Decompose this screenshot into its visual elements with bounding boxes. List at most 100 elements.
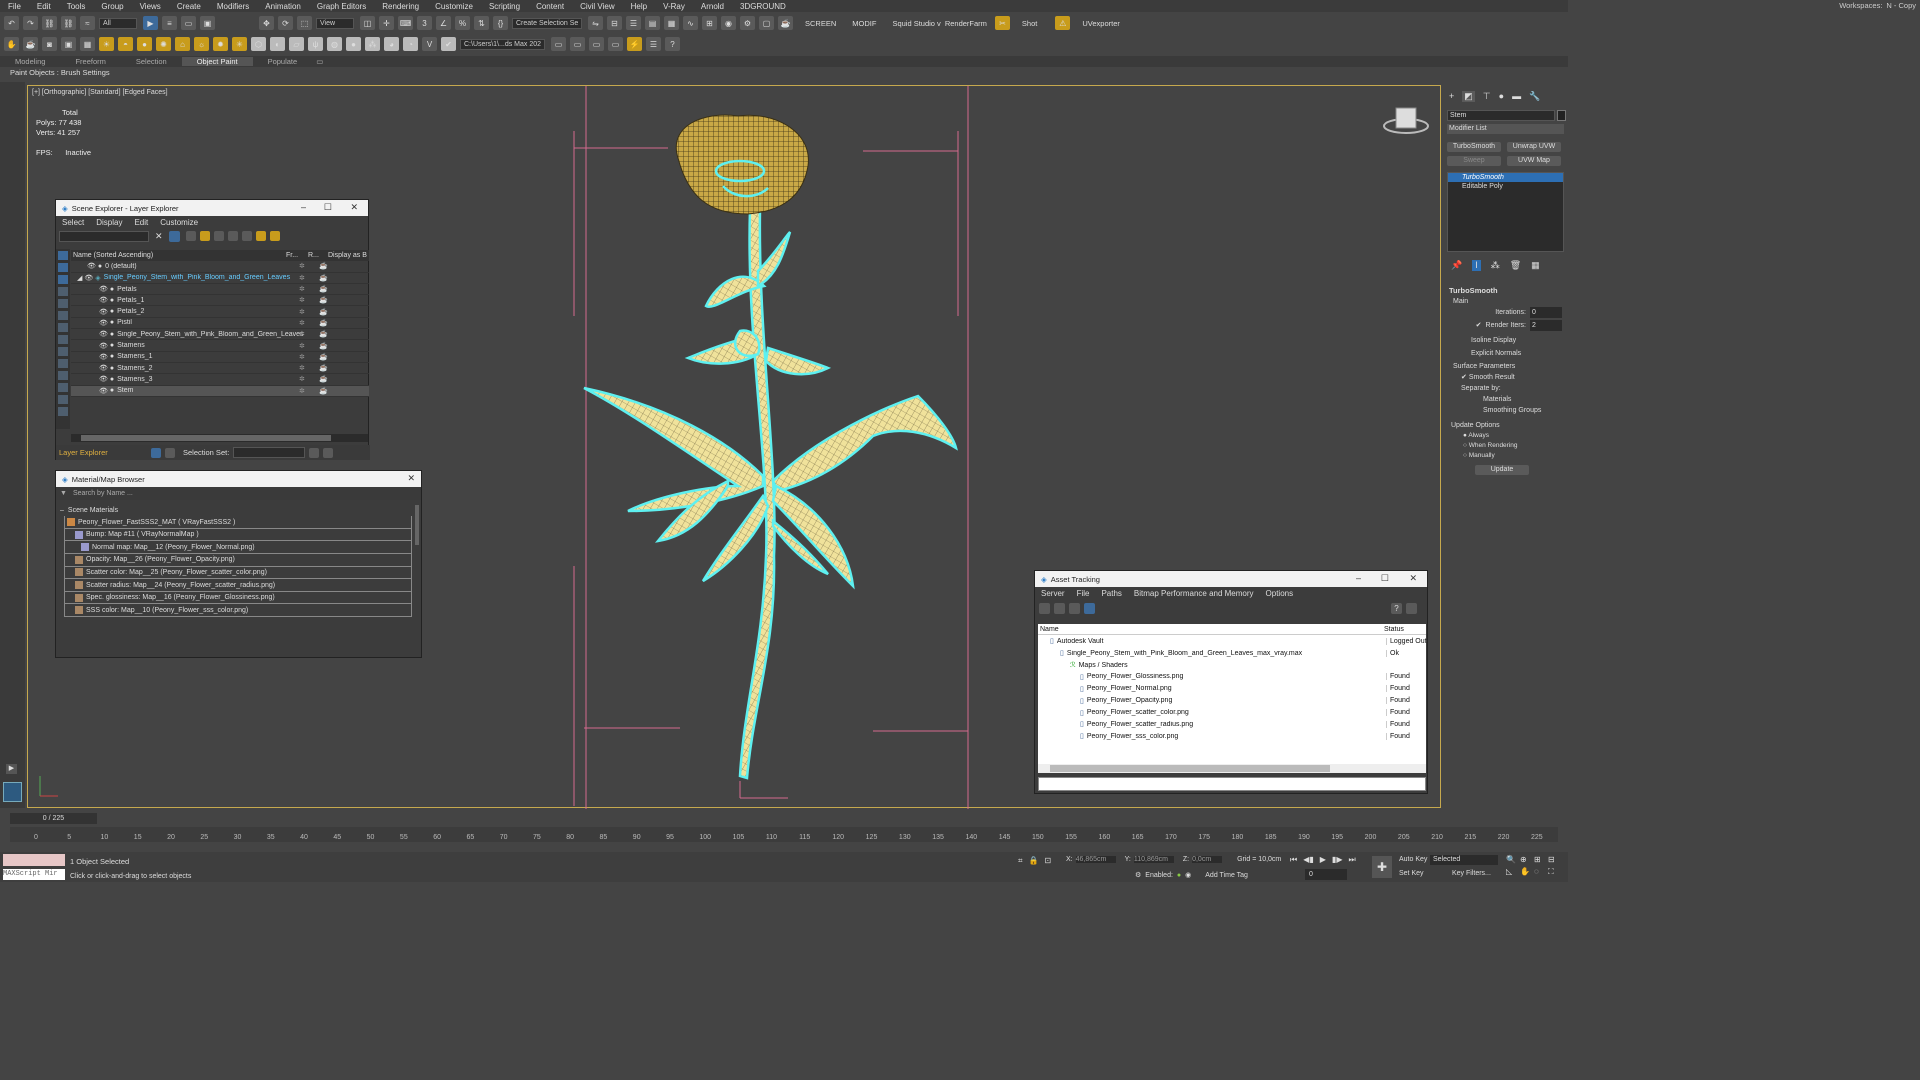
render-iters-spinner[interactable]: 2 — [1530, 320, 1562, 331]
material-editor-icon[interactable]: ◉ — [721, 16, 736, 30]
viewport-layout-icon[interactable] — [3, 782, 22, 802]
se-menu-edit[interactable]: Edit — [128, 218, 154, 227]
add-time-tag[interactable]: Add Time Tag — [1205, 872, 1248, 879]
list-view-icon[interactable] — [1054, 602, 1065, 614]
maximize-viewport-icon[interactable]: ⛶ — [1548, 867, 1561, 877]
unlink-icon[interactable]: ⛓ — [61, 16, 76, 30]
v-icon[interactable]: V — [422, 37, 437, 51]
explicit-normals-checkbox[interactable]: Explicit Normals — [1449, 348, 1562, 359]
light-dome-icon[interactable]: ◓ — [118, 37, 133, 51]
modify-tab-icon[interactable]: ◩ — [1462, 91, 1475, 102]
isolate-icon[interactable]: ⌗ — [1018, 856, 1023, 866]
zoom-extents-all-icon[interactable]: ⊟ — [1548, 855, 1561, 864]
material-ball-icon[interactable]: ◕ — [384, 37, 399, 51]
shot-button[interactable]: Shot — [1022, 19, 1037, 28]
se-menu-display[interactable]: Display — [90, 218, 128, 227]
pivot-icon[interactable]: ◫ — [360, 16, 375, 30]
layer-stack-icon[interactable] — [213, 231, 224, 241]
render-teapot-icon[interactable]: ☕ — [319, 330, 328, 338]
folder-recent-icon[interactable]: ▭ — [608, 37, 623, 51]
freeze-icon[interactable]: ✲ — [299, 342, 305, 350]
object-color-swatch[interactable] — [1557, 110, 1566, 121]
sweep-button[interactable]: Sweep — [1447, 156, 1501, 166]
se-menu-customize[interactable]: Customize — [154, 218, 204, 227]
capture-icon[interactable]: ▣ — [61, 37, 76, 51]
light-sun-icon[interactable]: ☼ — [194, 37, 209, 51]
time-slider[interactable]: 0 / 225 — [10, 813, 97, 824]
light-spot-icon[interactable]: ⌂ — [175, 37, 190, 51]
rendered-frame-icon[interactable]: ▢ — [759, 16, 774, 30]
y-field[interactable]: 110,869cm — [1133, 856, 1174, 863]
asset-tracking-titlebar[interactable]: ◈ Asset Tracking – ☐ ✕ — [1035, 571, 1427, 587]
window-crossing-icon[interactable]: ▣ — [200, 16, 215, 30]
menu-item-edit[interactable]: Edit — [29, 2, 59, 11]
asset-row[interactable]: ▯ Peony_Flower_sss_color.png Found — [1038, 730, 1426, 742]
menu-item-create[interactable]: Create — [169, 2, 209, 11]
layer-row[interactable]: 👁 ● Petals ✲ ☕ — [71, 284, 369, 296]
enabled-icon[interactable]: ⚙ — [1135, 871, 1141, 879]
material-item[interactable]: Bump: Map #11 ( VRayNormalMap ) — [64, 528, 412, 542]
enabled-dot-icon[interactable]: ● — [1177, 872, 1181, 879]
material-item[interactable]: Scatter color: Map__25 (Peony_Flower_sca… — [64, 566, 412, 580]
layer-explorer-dropdown[interactable]: Layer Explorer — [56, 448, 151, 457]
at-menu-server[interactable]: Server — [1035, 589, 1071, 598]
layer-view-icon[interactable] — [151, 447, 161, 458]
when-rendering-radio[interactable]: ○ When Rendering — [1449, 441, 1562, 451]
se-side-filter-icon[interactable] — [58, 299, 68, 308]
layer-row[interactable]: 👁 ● Stamens_2 ✲ ☕ — [71, 363, 369, 375]
scene-materials-header[interactable]: – Scene Materials — [56, 505, 421, 516]
peony-model[interactable] — [583, 114, 958, 780]
ribbon-tab-freeform[interactable]: Freeform — [60, 57, 120, 66]
render-teapot-icon[interactable]: ☕ — [319, 274, 328, 282]
visibility-eye-icon[interactable]: 👁 — [99, 364, 108, 372]
visibility-eye-icon[interactable]: 👁 — [99, 308, 108, 316]
col-render-header[interactable]: R... — [308, 252, 328, 259]
col-freeze-header[interactable]: Fr... — [286, 252, 308, 259]
layer-row[interactable]: ◢ 👁 ◈ Single_Peony_Stem_with_Pink_Bloom_and… — [71, 273, 369, 284]
menu-item-civil-view[interactable]: Civil View — [572, 2, 623, 11]
layer-row[interactable]: 👁 ● Pistil ✲ ☕ — [71, 318, 369, 330]
asset-row[interactable]: ▯ Autodesk Vault Logged Out — [1038, 635, 1427, 647]
sel-set-icon[interactable] — [309, 447, 320, 458]
keyboard-shortcut-icon[interactable]: ⌨ — [398, 16, 413, 30]
menu-item-group[interactable]: Group — [93, 2, 131, 11]
decal-icon[interactable]: ◍ — [327, 37, 342, 51]
goto-end-icon[interactable]: ⏭ — [1348, 855, 1355, 865]
lock-icon[interactable] — [185, 231, 196, 241]
layer-row[interactable]: 👁 ● Stem ✲ ☕ — [71, 385, 369, 397]
se-side-filter-icon[interactable] — [58, 335, 68, 344]
asset-row[interactable]: ▯ Peony_Flower_Glossiness.png Found — [1038, 671, 1426, 683]
squid-button[interactable]: Squid Studio v — [892, 19, 940, 28]
freeze-icon[interactable]: ✲ — [299, 308, 305, 316]
asset-tree-header[interactable]: Name Status — [1038, 624, 1426, 636]
se-side-filter-icon[interactable] — [58, 407, 68, 416]
percent-snap-icon[interactable]: % — [455, 16, 470, 30]
render-iters-check[interactable]: ✔ — [1476, 320, 1482, 331]
prev-frame-icon[interactable]: ◀▮ — [1303, 855, 1314, 865]
scene-view-icon[interactable] — [165, 447, 175, 458]
se-side-filter-icon[interactable] — [58, 383, 68, 392]
plane-icon[interactable]: ▱ — [289, 37, 304, 51]
hand-icon[interactable]: ✋ — [4, 37, 19, 51]
freeze-icon[interactable]: ✲ — [299, 319, 305, 327]
scene-explorer-icon[interactable]: ☰ — [626, 16, 641, 30]
key-selection-dropdown[interactable]: Selected — [1430, 855, 1498, 865]
asset-row[interactable]: ▯ Peony_Flower_Opacity.png Found — [1038, 695, 1426, 707]
freeze-icon[interactable]: ✲ — [299, 262, 305, 270]
minimize-icon[interactable]: – — [1356, 573, 1361, 583]
visibility-eye-icon[interactable]: 👁 — [99, 342, 108, 350]
iterations-spinner[interactable]: 0 — [1530, 307, 1562, 318]
align-icon[interactable]: ⊟ — [607, 16, 622, 30]
menu-item-arnold[interactable]: Arnold — [693, 2, 732, 11]
light-mesh-icon[interactable]: ✳ — [232, 37, 247, 51]
settings-icon[interactable] — [1406, 602, 1417, 614]
select-by-name-icon[interactable]: ≡ — [162, 16, 177, 30]
zoom-all-icon[interactable]: ⊕ — [1520, 855, 1533, 864]
select-object-icon[interactable]: ▶ — [143, 16, 158, 30]
at-menu-file[interactable]: File — [1071, 589, 1096, 598]
checkmark-icon[interactable]: ✔ — [441, 37, 456, 51]
render-teapot-icon[interactable]: ☕ — [319, 353, 328, 361]
folder-set-icon[interactable]: ▭ — [570, 37, 585, 51]
grid-icon[interactable]: ▦ — [80, 37, 95, 51]
update-button[interactable]: Update — [1475, 465, 1529, 475]
